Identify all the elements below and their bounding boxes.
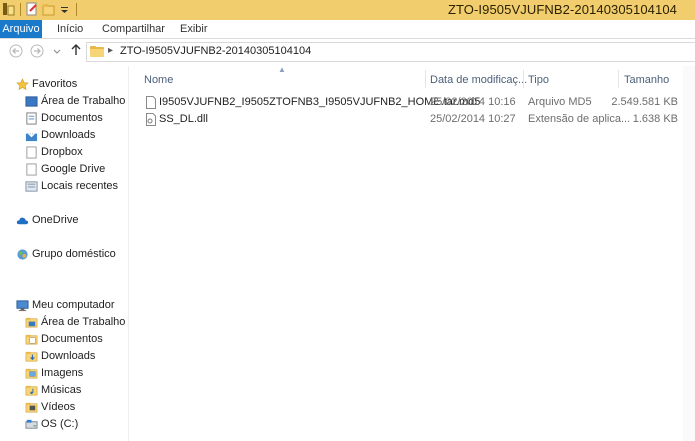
tab-arquivo[interactable]: Arquivo [0,20,42,38]
documents-icon [26,112,37,125]
tab-exibir[interactable]: Exibir [180,20,208,38]
file-date: 25/02/2014 10:16 [430,96,516,108]
dropbox-icon [26,146,37,159]
google-drive-icon [26,163,37,176]
file-size: 2.549.581 KB [611,96,678,108]
chevron-down-icon [53,49,61,54]
column-header-date[interactable]: Data de modificaç... [430,72,527,88]
recent-places-icon [25,181,38,192]
computer-icon [16,300,29,312]
file-list: ▲ Nome Data de modificaç... Tipo Tamanho… [129,65,695,441]
address-path[interactable]: ZTO-I9505VJUFNB2-20140305104104 [120,45,311,57]
title-bar: ZTO-I9505VJUFNB2-20140305104104 [0,0,695,20]
tab-compartilhar[interactable]: Compartilhar [102,20,165,38]
downloads-icon [25,129,38,142]
folder-icon [25,385,38,396]
column-separator[interactable] [425,70,426,88]
arrow-left-icon [9,44,23,58]
folder-icon [25,402,38,413]
vertical-scrollbar[interactable] [683,66,695,441]
ribbon-tabs: Arquivo Início Compartilhar Exibir [0,20,695,39]
desktop-icon [25,96,38,107]
tab-inicio[interactable]: Início [57,20,83,38]
arrow-up-icon [71,44,81,55]
sort-ascending-icon: ▲ [278,65,286,74]
up-button[interactable] [70,43,82,60]
file-date: 25/02/2014 10:27 [430,113,516,125]
window-title: ZTO-I9505VJUFNB2-20140305104104 [447,2,677,17]
cloud-icon [16,217,29,225]
folder-icon [90,46,104,57]
column-header-type[interactable]: Tipo [528,72,549,88]
toolbar-separator [20,2,21,16]
file-icon [146,96,156,109]
dll-file-icon [146,113,156,126]
customize-toolbar-icon[interactable] [58,2,71,16]
folder-icon [25,317,38,328]
table-row[interactable]: I9505VJUFNB2_I9505ZTOFNB3_I9505VJUFNB2_H… [139,94,684,111]
navigation-bar: ▸ ZTO-I9505VJUFNB2-20140305104104 [0,39,695,65]
file-size: 1.638 KB [632,113,678,125]
new-folder-icon[interactable] [42,2,55,16]
navigation-pane: Favoritos Área de Trabalho Documentos Do… [0,66,129,441]
folder-icon [25,334,38,345]
homegroup-icon [17,249,28,260]
table-row[interactable]: SS_DL.dll 25/02/2014 10:27 Extensão de a… [139,111,684,128]
breadcrumb-arrow-icon[interactable]: ▸ [108,45,113,56]
folder-icon [25,368,38,379]
toolbar-separator [76,2,77,16]
column-separator[interactable] [523,70,524,88]
recent-locations-button[interactable] [53,45,61,59]
column-separator[interactable] [618,70,619,88]
properties-icon[interactable] [26,2,39,16]
drive-icon [25,419,38,429]
forward-button[interactable] [30,44,44,61]
star-icon [16,78,29,91]
column-header-name[interactable]: Nome [144,72,173,88]
folder-icon [25,351,38,362]
file-name: SS_DL.dll [159,113,208,125]
arrow-right-icon [30,44,44,58]
back-button[interactable] [9,44,23,61]
quick-access-toolbar [2,2,79,16]
folder-icon[interactable] [2,2,15,16]
file-type: Arquivo MD5 [528,96,592,108]
column-header-size[interactable]: Tamanho [624,72,669,88]
address-bar[interactable]: ▸ ZTO-I9505VJUFNB2-20140305104104 [86,42,695,62]
